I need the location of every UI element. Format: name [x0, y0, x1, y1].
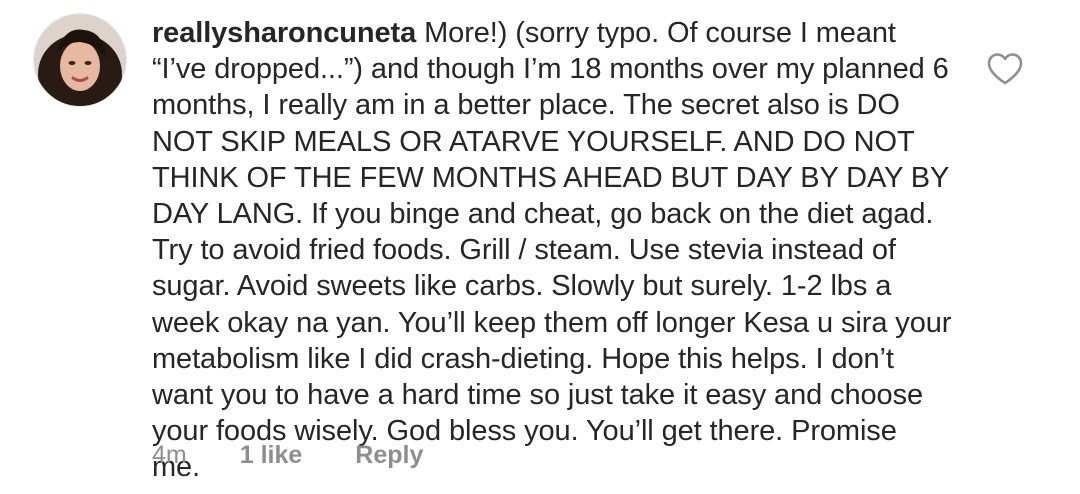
avatar[interactable] [34, 14, 126, 106]
comment-timestamp: 4m [152, 440, 187, 469]
heart-outline-icon [987, 53, 1023, 85]
reply-button[interactable]: Reply [355, 441, 423, 470]
comment-meta: 4m 1 like Reply [152, 437, 423, 473]
avatar-image [34, 14, 126, 106]
comment-row: reallysharoncuneta More!) (sorry typo. O… [0, 0, 1080, 494]
comment-like-count[interactable]: 1 like [240, 441, 303, 470]
like-button[interactable] [986, 52, 1024, 86]
comment-username[interactable]: reallysharoncuneta [152, 17, 416, 49]
comment-text-block: reallysharoncuneta More!) (sorry typo. O… [152, 15, 952, 486]
comment-text: More!) (sorry typo. Of course I meant “I… [152, 17, 952, 484]
